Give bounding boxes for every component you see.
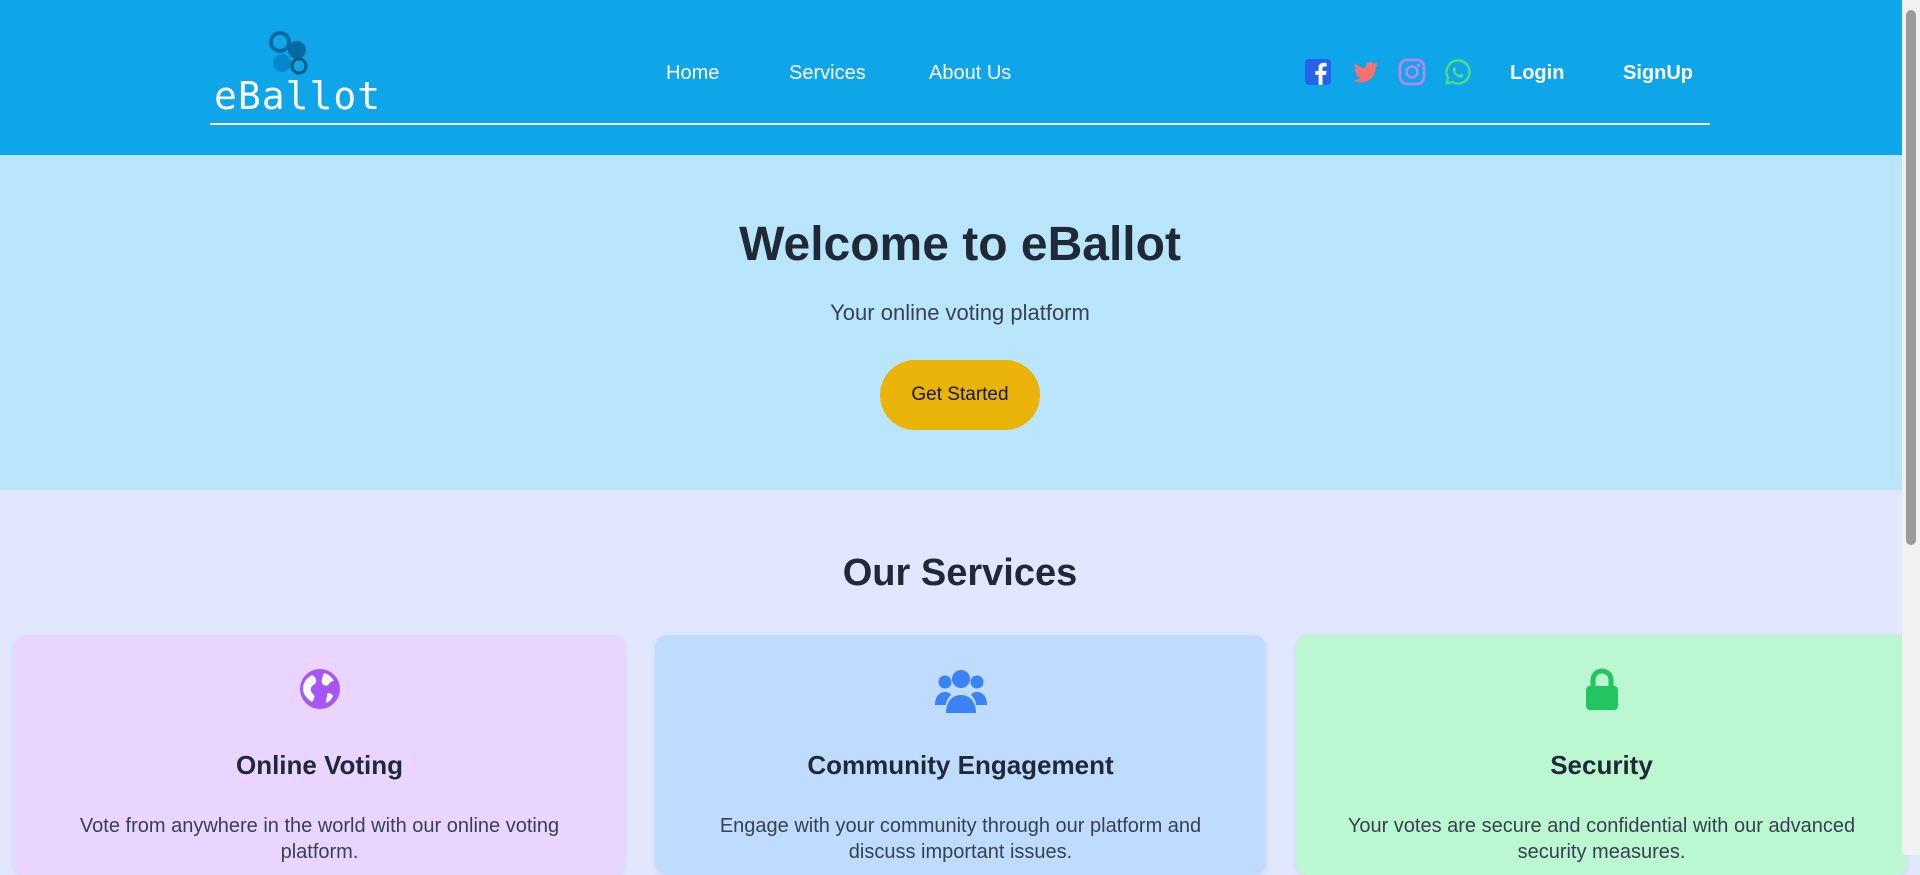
card-description: Vote from anywhere in the world with our… (79, 815, 560, 863)
hero-subtitle: Your online voting platform (830, 300, 1090, 325)
page-scrollbar[interactable] (1902, 0, 1920, 855)
logo-text: eBallot (214, 74, 382, 118)
services-title: Our Services (842, 552, 1078, 594)
nav-home[interactable]: Home (666, 62, 719, 85)
instagram-icon[interactable] (1398, 58, 1426, 86)
twitter-icon[interactable] (1351, 58, 1379, 86)
card-title: Community Engagement (807, 750, 1114, 780)
site-header: eBallot Home Services About Us Login Sig… (0, 0, 1902, 155)
card-title: Security (1550, 750, 1653, 780)
scrollbar-thumb[interactable] (1906, 10, 1916, 545)
users-icon (934, 670, 987, 713)
logo[interactable]: eBallot (212, 30, 380, 118)
nav-services[interactable]: Services (789, 62, 866, 85)
whatsapp-icon[interactable] (1444, 58, 1472, 86)
login-link[interactable]: Login (1510, 62, 1564, 85)
get-started-button[interactable]: Get Started (880, 360, 1040, 430)
service-card-security: Security Your votes are secure and confi… (1296, 635, 1907, 875)
card-description: Engage with your community through our p… (719, 815, 1202, 863)
globe-icon (299, 669, 340, 709)
card-description: Your votes are secure and confidential w… (1347, 815, 1856, 863)
lock-icon (1585, 668, 1618, 710)
card-title: Online Voting (235, 750, 404, 780)
signup-link[interactable]: SignUp (1623, 62, 1693, 85)
facebook-icon[interactable] (1304, 58, 1332, 86)
header-divider (210, 123, 1710, 125)
service-card-online-voting: Online Voting Vote from anywhere in the … (14, 635, 625, 875)
hero-title: Welcome to eBallot (739, 218, 1181, 271)
logo-mark-icon (269, 31, 308, 75)
service-card-community-engagement: Community Engagement Engage with your co… (655, 635, 1266, 875)
nav-about-us[interactable]: About Us (929, 62, 1011, 85)
